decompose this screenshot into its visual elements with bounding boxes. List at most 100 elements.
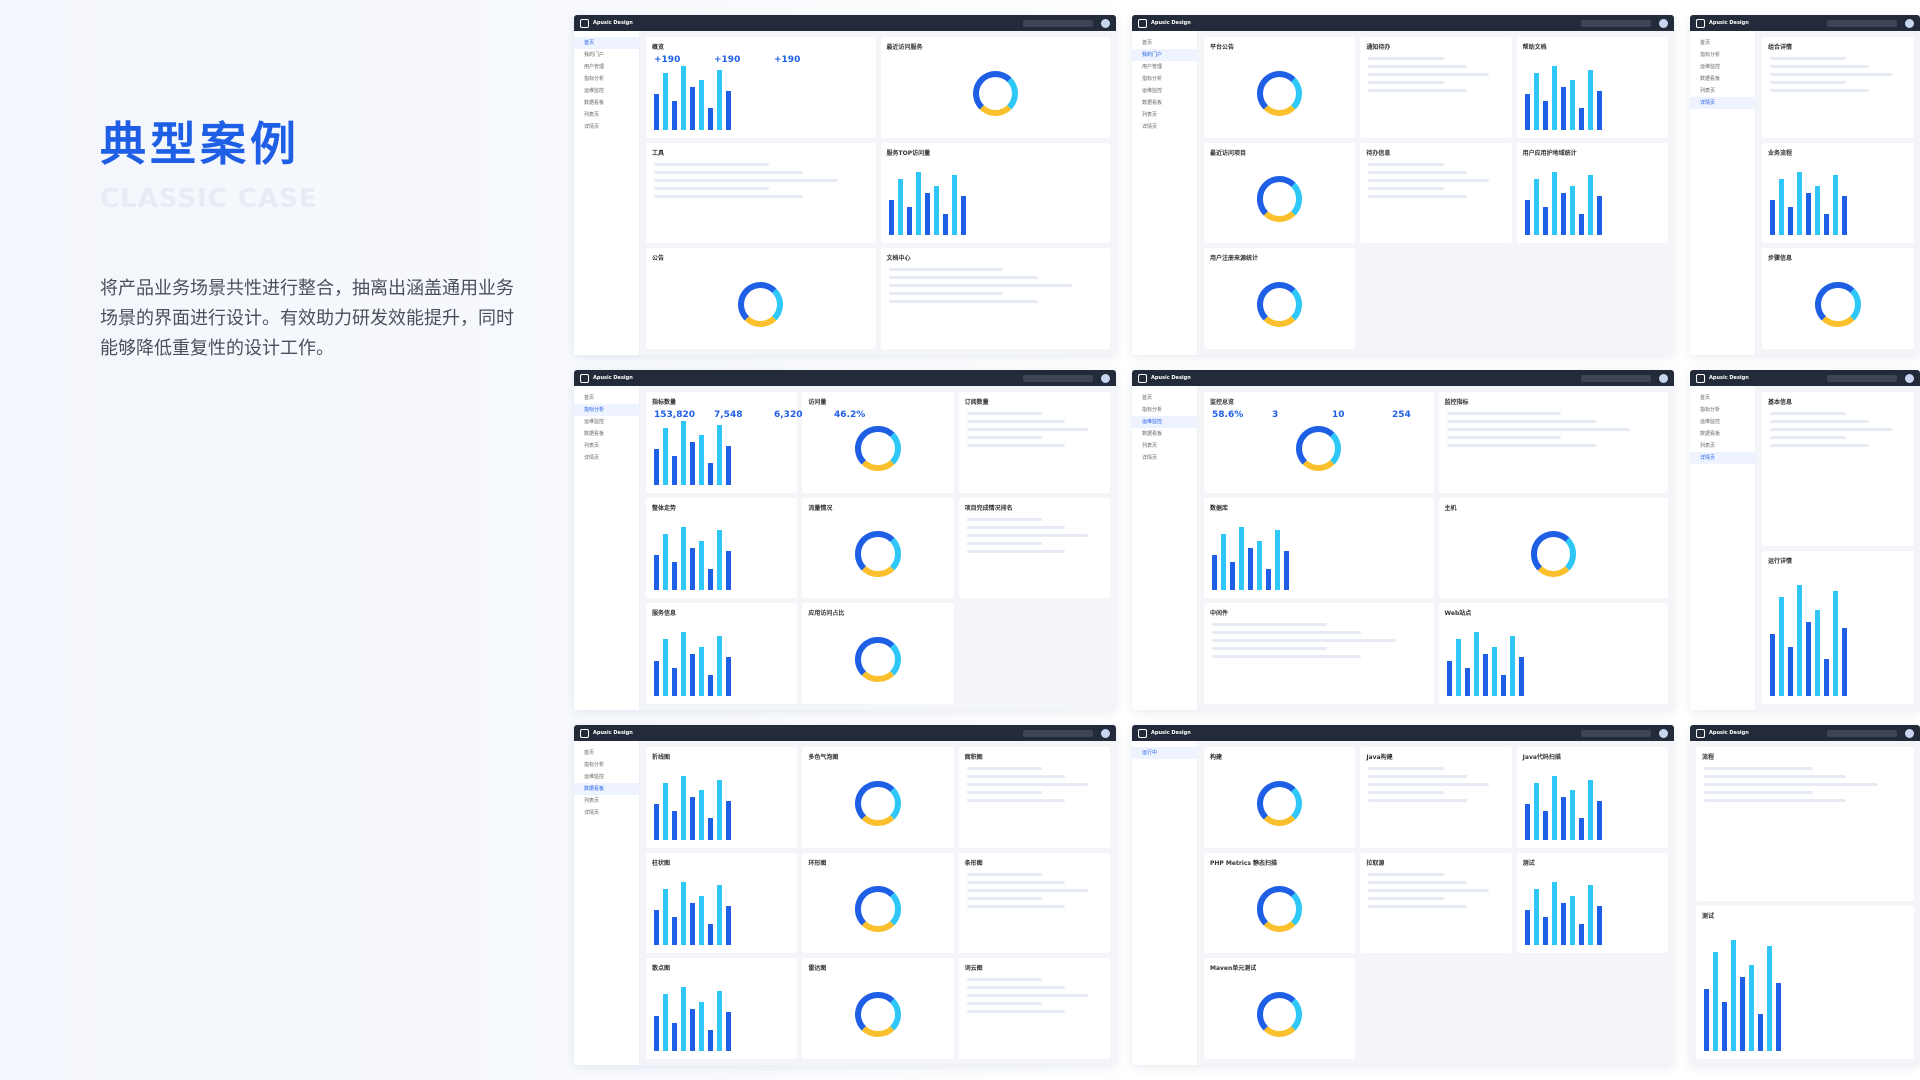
sidebar-item[interactable]: 列表页	[1132, 109, 1197, 121]
avatar[interactable]	[1659, 373, 1668, 383]
sidebar-item[interactable]: 指标分析	[1132, 404, 1197, 416]
sidebar-item[interactable]: 详情页	[1690, 452, 1755, 464]
sidebar-item[interactable]: 运维监控	[1690, 61, 1755, 73]
sidebar-item[interactable]: 我的门户	[1132, 49, 1197, 61]
sidebar-item[interactable]: 运维监控	[574, 771, 639, 783]
sidebar-item[interactable]: 用户管理	[574, 61, 639, 73]
sidebar-item[interactable]: 运行中	[1132, 747, 1197, 759]
sidebar-item[interactable]: 数据看板	[574, 428, 639, 440]
sidebar-item[interactable]: 数据看板	[1690, 73, 1755, 85]
sidebar-item[interactable]: 首页	[574, 747, 639, 759]
card-title: 工具	[652, 149, 665, 157]
sidebar-item[interactable]: 首页	[574, 37, 639, 49]
search-input[interactable]	[1581, 729, 1651, 737]
sidebar-item[interactable]: 列表页	[574, 109, 639, 121]
sidebar-item[interactable]: 列表页	[1132, 440, 1197, 452]
screenshot-detail[interactable]: Apusic Design 首页 指标分析 运维监控 数据看板 列表页 详情页 组合详情 业务流…	[1690, 15, 1920, 355]
screenshot-monitor[interactable]: Apusic Design 首页 指标分析 运维监控 数据看板 列表页 详情页 监控总览 监控指…	[1132, 370, 1674, 710]
text-line	[1368, 799, 1467, 802]
sidebar-item[interactable]: 指标分析	[1132, 73, 1197, 85]
text-line	[1368, 896, 1444, 900]
sidebar-item[interactable]: 运维监控	[1132, 85, 1197, 97]
avatar[interactable]	[1905, 728, 1914, 738]
avatar[interactable]	[1101, 373, 1110, 383]
sidebar-item[interactable]: 详情页	[1132, 452, 1197, 464]
sidebar-item[interactable]: 列表页	[1690, 440, 1755, 452]
chart-bar	[1596, 196, 1602, 236]
screenshot-detail2[interactable]: Apusic Design 首页 指标分析 运维监控 数据看板 列表页 详情页 基本信息 运行详…	[1690, 370, 1920, 710]
search-input[interactable]	[1581, 374, 1651, 382]
search-input[interactable]	[1581, 19, 1651, 27]
screen-body: 运行中 构建 Java构建 Java代码扫描 PHP Metrics 静态扫描 拉取源 测试…	[1132, 741, 1674, 1065]
sidebar-item[interactable]: 运维监控	[1132, 416, 1197, 428]
sidebar-item[interactable]: 运维监控	[1690, 416, 1755, 428]
avatar[interactable]	[1659, 728, 1668, 738]
sidebar-item[interactable]: 指标分析	[1690, 404, 1755, 416]
chart-bar	[681, 526, 686, 591]
brand-name: Apusic Design	[1709, 20, 1749, 26]
sidebar-item[interactable]: 列表页	[1690, 85, 1755, 97]
avatar[interactable]	[1905, 373, 1914, 383]
search-input[interactable]	[1827, 19, 1897, 27]
sidebar-item[interactable]: 数据看板	[574, 97, 639, 109]
sidebar-item[interactable]: 指标分析	[574, 404, 639, 416]
sidebar-item[interactable]: 详情页	[574, 121, 639, 133]
sidebar-item[interactable]: 数据看板	[1132, 428, 1197, 440]
avatar[interactable]	[1659, 18, 1668, 28]
sidebar-item[interactable]: 列表页	[574, 440, 639, 452]
sidebar-item[interactable]: 我的门户	[574, 49, 639, 61]
avatar[interactable]	[1101, 18, 1110, 28]
section-subtitle: CLASSIC CASE	[100, 184, 318, 214]
chart-bar	[942, 214, 948, 236]
sidebar-item[interactable]: 详情页	[574, 452, 639, 464]
chart-bar	[1491, 646, 1497, 696]
avatar[interactable]	[1101, 728, 1110, 738]
text-line	[888, 284, 1073, 288]
sidebar-item[interactable]: 运维监控	[574, 416, 639, 428]
search-input[interactable]	[1827, 374, 1897, 382]
sidebar-item[interactable]: 详情页	[1690, 97, 1755, 109]
sidebar-item[interactable]: 指标分析	[1690, 49, 1755, 61]
sidebar-item[interactable]: 首页	[1132, 37, 1197, 49]
card-title: 最近访问项目	[1210, 149, 1247, 157]
sidebar-item[interactable]: 详情页	[574, 807, 639, 819]
screenshot-pipeline[interactable]: Apusic Design 运行中 构建 Java构建 Java代码扫描 PHP Metr…	[1132, 725, 1674, 1065]
card-title: 环形图	[808, 859, 827, 867]
text-line	[1368, 73, 1490, 76]
sidebar-item[interactable]: 数据看板	[1690, 428, 1755, 440]
sidebar-item[interactable]: 用户管理	[1132, 61, 1197, 73]
text-line	[1770, 428, 1892, 431]
sidebar-item[interactable]: 首页	[574, 392, 639, 404]
sidebar-item[interactable]: 数据看板	[1132, 97, 1197, 109]
search-input[interactable]	[1023, 19, 1093, 27]
card: 主机	[1438, 497, 1668, 599]
sidebar-item[interactable]: 数据看板	[574, 783, 639, 795]
screenshot-dashboard[interactable]: Apusic Design 首页 指标分析 运维监控 数据看板 列表页 详情页 折线图 多色气泡…	[574, 725, 1116, 1065]
search-input[interactable]	[1023, 374, 1093, 382]
avatar[interactable]	[1905, 18, 1914, 28]
sidebar-item[interactable]: 运维监控	[574, 85, 639, 97]
chart-bar	[1212, 554, 1217, 591]
card-title: 测试	[1522, 859, 1535, 867]
text-line	[966, 986, 1066, 990]
sidebar-item[interactable]: 指标分析	[574, 759, 639, 771]
sidebar-item[interactable]: 详情页	[1132, 121, 1197, 133]
text-line	[1368, 170, 1467, 174]
screenshot-metrics[interactable]: Apusic Design 首页 指标分析 运维监控 数据看板 列表页 详情页 指标数量 访问量…	[574, 370, 1116, 710]
sidebar-item[interactable]: 指标分析	[574, 73, 639, 85]
screenshot-flow[interactable]: Apusic Design 流程 测试	[1690, 725, 1920, 1065]
sidebar-item[interactable]: 列表页	[574, 795, 639, 807]
sidebar-item[interactable]: 首页	[1132, 392, 1197, 404]
top-bar: Apusic Design	[1132, 15, 1674, 31]
card: 帮助文档	[1516, 37, 1668, 138]
search-input[interactable]	[1827, 729, 1897, 737]
chart-bar	[1533, 783, 1539, 840]
chart-bar	[1740, 976, 1745, 1051]
screenshot-portal[interactable]: Apusic Design 首页 我的门户 用户管理 指标分析 运维监控 数据看板 列表页 详情…	[1132, 15, 1674, 355]
search-input[interactable]	[1023, 729, 1093, 737]
card-title: 多色气泡图	[808, 754, 839, 761]
screenshot-overview[interactable]: Apusic Design 首页 我的门户 用户管理 指标分析 运维监控 数据看板 列表页 详情…	[574, 15, 1116, 355]
sidebar-item[interactable]: 首页	[1690, 392, 1755, 404]
sidebar-item[interactable]: 首页	[1690, 37, 1755, 49]
text-line	[1368, 81, 1444, 84]
